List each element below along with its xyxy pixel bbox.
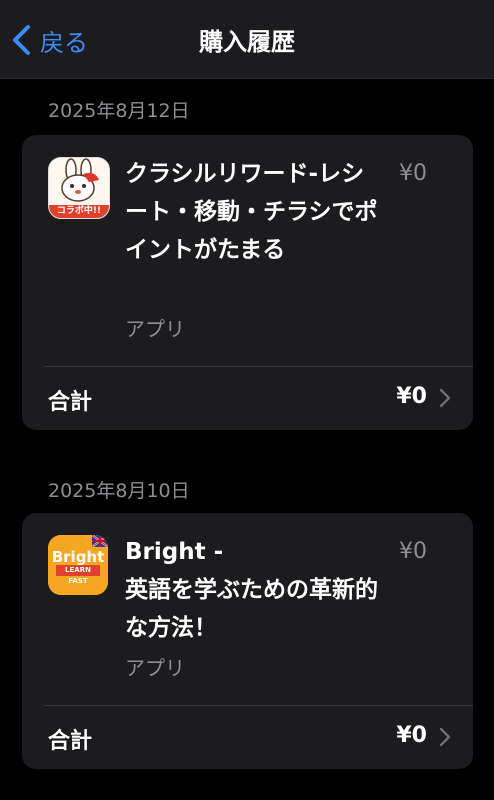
app-name: Bright - 英語を学ぶための革新的な方法！ xyxy=(125,533,380,647)
bright-app-icon: Bright LEARN FAST xyxy=(48,535,108,595)
total-row[interactable]: 合計 ¥0 xyxy=(22,367,473,429)
purchase-card: Bright LEARN FAST Bright - 英語を学ぶための革新的な方… xyxy=(22,513,473,769)
page-title: 購入履歴 xyxy=(199,28,295,56)
icon-label: コラボ中!! xyxy=(56,206,102,216)
navigation-bar: 戻る 購入履歴 xyxy=(0,0,494,79)
chevron-right-icon xyxy=(439,727,451,747)
purchase-card: コラボ中!! クラシルリワード-レシート・移動・チラシでポイントがたまる アプリ… xyxy=(22,135,473,430)
total-value: ¥0 xyxy=(396,723,427,748)
purchase-date: 2025年8月12日 xyxy=(48,100,190,122)
icon-tagline: LEARN FAST xyxy=(65,566,91,585)
total-label: 合計 xyxy=(48,729,93,754)
app-name: クラシルリワード-レシート・移動・チラシでポイントがたまる xyxy=(125,161,378,263)
app-name-line2: 英語を学ぶための革新的な方法！ xyxy=(125,577,378,641)
app-kind: アプリ xyxy=(125,317,185,341)
icon-brand: Bright xyxy=(51,548,105,566)
item-price: ¥0 xyxy=(399,539,427,564)
total-value: ¥0 xyxy=(396,384,427,409)
total-label: 合計 xyxy=(48,390,93,415)
app-name-line1: Bright - xyxy=(125,539,224,565)
app-kind: アプリ xyxy=(125,656,185,680)
item-price: ¥0 xyxy=(399,161,427,186)
purchase-date: 2025年8月10日 xyxy=(48,480,190,502)
kurashiru-reward-app-icon: コラボ中!! xyxy=(48,157,110,219)
total-row[interactable]: 合計 ¥0 xyxy=(22,706,473,768)
chevron-right-icon xyxy=(439,388,451,408)
